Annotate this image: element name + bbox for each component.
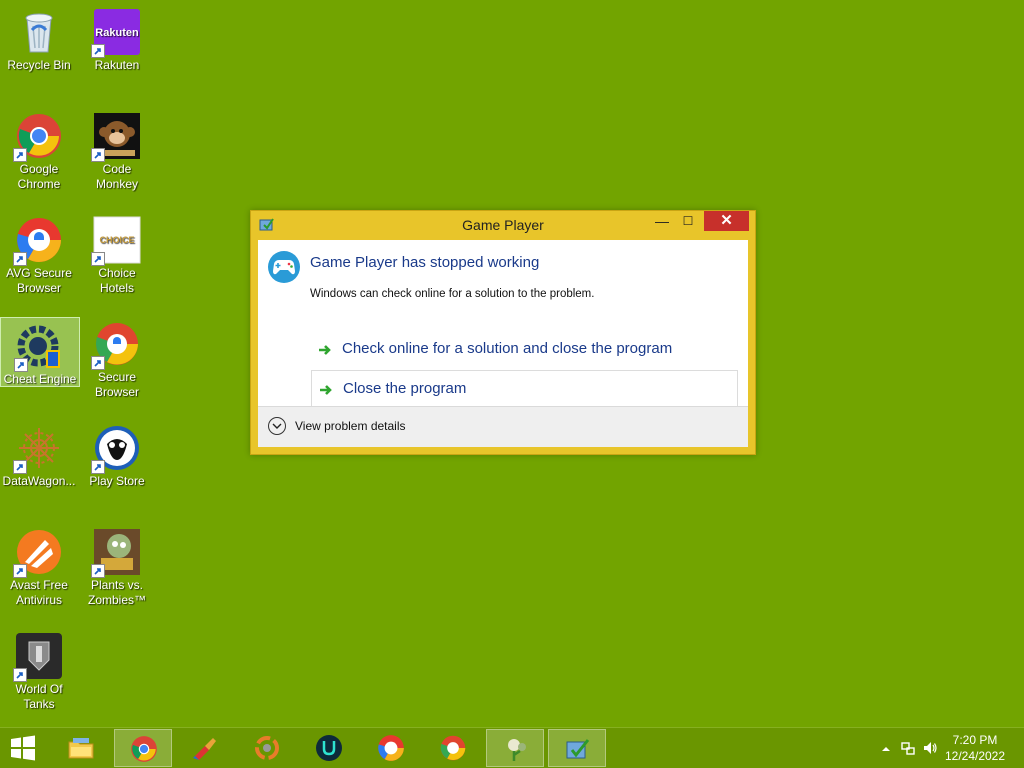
shortcut-arrow-icon <box>91 44 105 58</box>
view-problem-details-link[interactable]: View problem details <box>295 419 406 433</box>
rakuten-icon: Rakuten <box>91 8 141 58</box>
command-link-label: Check online for a solution and close th… <box>342 340 673 357</box>
chrome-icon <box>13 112 63 162</box>
secure-browser-icon <box>440 735 466 761</box>
desktop-icon-world-of-tanks[interactable]: World Of Tanks <box>0 628 78 712</box>
main-instruction: Game Player has stopped working <box>310 254 540 271</box>
check-online-command-link[interactable]: Check online for a solution and close th… <box>311 331 738 369</box>
datawagon-icon <box>13 424 63 474</box>
desktop-icon-code-monkey[interactable]: Code Monkey <box>78 108 156 192</box>
desktop-icon-datawagon[interactable]: DataWagon... <box>0 420 78 489</box>
shortcut-arrow-icon <box>91 460 105 474</box>
svg-text:CHOICE: CHOICE <box>99 235 134 245</box>
taskbar-chrome[interactable] <box>114 729 172 767</box>
desktop-icon-cheat-engine[interactable]: Cheat Engine <box>0 317 80 387</box>
desktop-icon-play-store[interactable]: Play Store <box>78 420 156 489</box>
network-icon[interactable] <box>900 740 916 756</box>
chrome-icon <box>131 736 157 762</box>
volume-icon[interactable] <box>922 740 938 756</box>
desktop-icon-choice-hotels[interactable]: CHOICE Choice Hotels <box>78 212 156 296</box>
code-monkey-icon <box>91 112 141 162</box>
avast-icon <box>13 528 63 578</box>
desktop-icon-avast[interactable]: Avast Free Antivirus <box>0 524 78 608</box>
desktop-icon-google-chrome[interactable]: Google Chrome <box>0 108 78 192</box>
plants-vs-zombies-icon <box>508 739 526 761</box>
taskbar-u-app[interactable] <box>300 729 358 767</box>
shortcut-arrow-icon <box>13 668 27 682</box>
dialog-body: Game Player has stopped working Windows … <box>258 240 748 447</box>
shortcut-arrow-icon <box>91 252 105 266</box>
system-tray: 7:20 PM 12/24/2022 <box>864 728 1024 768</box>
error-dialog: Game Player — ☐ ✕ Game Player has stoppe… <box>250 210 756 455</box>
avg-browser-icon <box>13 216 63 266</box>
plants-vs-zombies-icon <box>91 528 141 578</box>
avg-browser-icon <box>378 735 404 761</box>
shortcut-arrow-icon <box>13 148 27 162</box>
shortcut-arrow-icon <box>13 252 27 266</box>
green-arrow-icon <box>318 382 334 398</box>
file-explorer-icon <box>68 738 94 759</box>
desktop-icon-secure-browser[interactable]: Secure Browser <box>78 316 156 400</box>
taskbar-plants-vs-zombies[interactable] <box>486 729 544 767</box>
desktop-icon-plants-vs-zombies[interactable]: Plants vs. Zombies™ <box>78 524 156 608</box>
shortcut-arrow-icon <box>91 148 105 162</box>
shortcut-arrow-icon <box>13 564 27 578</box>
chevron-down-icon[interactable] <box>268 417 286 435</box>
shortcut-arrow-icon <box>14 358 28 372</box>
clock-time: 7:20 PM <box>952 733 998 747</box>
choice-hotels-icon: CHOICE <box>91 216 141 266</box>
shortcut-arrow-icon <box>91 564 105 578</box>
taskbar-game-player[interactable] <box>548 729 606 767</box>
command-link-label: Close the program <box>343 380 467 397</box>
desktop-icon-recycle-bin[interactable]: Recycle Bin <box>0 4 78 73</box>
minimize-button[interactable]: — <box>649 211 675 231</box>
taskbar-secure-browser[interactable] <box>424 729 482 767</box>
show-hidden-icons-icon[interactable] <box>878 741 894 757</box>
taskbar-avg-browser[interactable] <box>362 729 420 767</box>
play-store-icon <box>91 424 141 474</box>
clock-date: 12/24/2022 <box>944 749 1006 763</box>
secure-browser-icon <box>91 320 141 370</box>
world-of-tanks-icon <box>13 632 63 682</box>
recycle-bin-icon <box>15 8 63 56</box>
close-button[interactable]: ✕ <box>704 211 749 231</box>
taskbar: 7:20 PM 12/24/2022 <box>0 727 1024 768</box>
u-app-icon <box>316 735 342 761</box>
content-text: Windows can check online for a solution … <box>310 288 595 300</box>
windows-start-button[interactable] <box>8 734 38 762</box>
clock[interactable]: 7:20 PM 12/24/2022 <box>940 732 1010 764</box>
game-controller-icon <box>267 250 301 284</box>
cheat-engine-icon <box>14 322 64 372</box>
close-program-command-link[interactable]: Close the program <box>311 370 738 410</box>
dialog-titlebar[interactable]: Game Player — ☐ ✕ <box>251 211 755 239</box>
taskbar-ccleaner[interactable] <box>176 729 234 767</box>
maximize-button[interactable]: ☐ <box>675 211 701 231</box>
game-player-icon <box>566 739 590 759</box>
svg-text:Rakuten: Rakuten <box>95 27 139 39</box>
desktop-icon-rakuten[interactable]: Rakuten Rakuten <box>78 4 156 73</box>
shortcut-arrow-icon <box>13 460 27 474</box>
taskbar-datawagon[interactable] <box>238 729 296 767</box>
taskbar-file-explorer[interactable] <box>52 729 110 767</box>
shortcut-arrow-icon <box>91 356 105 370</box>
green-arrow-icon <box>317 342 333 358</box>
dialog-footer: View problem details <box>258 406 748 447</box>
datawagon-icon <box>255 736 279 760</box>
ccleaner-icon <box>193 738 216 760</box>
desktop-icon-avg-secure-browser[interactable]: AVG Secure Browser <box>0 212 78 296</box>
